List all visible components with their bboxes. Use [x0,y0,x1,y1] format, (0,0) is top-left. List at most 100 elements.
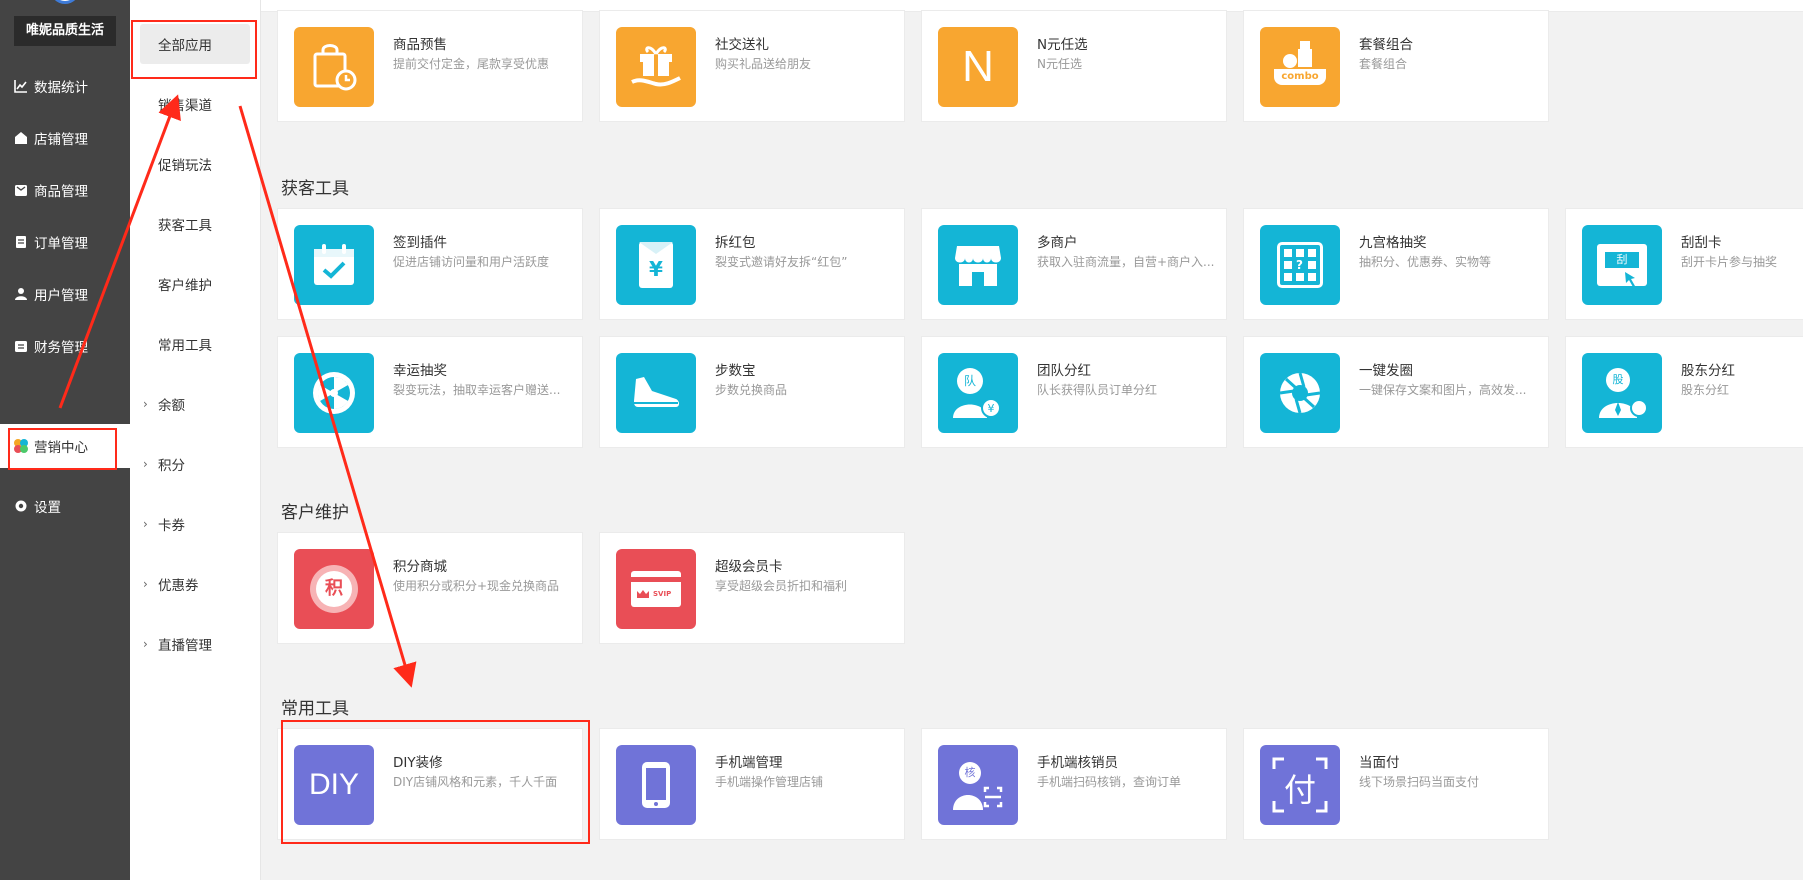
subnav-live[interactable]: › 直播管理 [140,624,250,664]
chevron-right-icon: › [143,637,148,651]
svg-text:¥: ¥ [988,402,995,415]
subnav-label: 积分 [158,458,185,474]
goods-icon [12,183,30,197]
icon-glyph: 付 [1283,771,1316,809]
wheel-icon [294,353,374,433]
app-desc: 裂变玩法，抽取幸运客户赠送... [393,383,561,397]
subnav-cards[interactable]: › 卡券 [140,504,250,544]
subnav-all-apps[interactable]: 全部应用 [140,24,250,64]
icon-glyph: N [962,42,994,91]
chevron-right-icon: › [143,457,148,471]
nav-label: 财务管理 [34,340,88,356]
app-desc: 裂变式邀请好友拆“红包” [715,255,848,269]
nav-item-users[interactable]: 用户管理 [0,272,130,316]
scratch-card-icon: 刮 [1582,225,1662,305]
app-card-one-click-post[interactable]: 一键发圈 一键保存文案和图片，高效发... [1243,336,1549,448]
nav-item-marketing[interactable]: 营销中心 [0,424,130,468]
diy-icon: DIY [294,745,374,825]
app-desc: 抽积分、优惠券、实物等 [1359,255,1492,269]
nav-item-finance[interactable]: 财务管理 [0,324,130,368]
app-desc: 购买礼品送给朋友 [715,57,812,71]
subnav-retention[interactable]: 客户维护 [140,264,250,304]
section-title-acquisition: 获客工具 [281,179,349,199]
app-card-svip[interactable]: SVIP 超级会员卡 享受超级会员折扣和福利 [599,532,905,644]
user-icon [12,287,30,301]
gift-icon [616,27,696,107]
nav-item-settings[interactable]: 设置 [0,484,130,528]
phone-icon [616,745,696,825]
app-desc: 一键保存文案和图片，高效发... [1359,383,1527,397]
nav-item-orders[interactable]: 订单管理 [0,220,130,264]
subnav-promotion[interactable]: 促销玩法 [140,144,250,184]
icon-glyph: 股 [1606,368,1630,392]
subnav-sales-channel[interactable]: 销售渠道 [140,84,250,124]
app-desc: 套餐组合 [1359,57,1408,71]
app-card-presale[interactable]: 商品预售 提前交付定金，尾款享受优惠 [277,10,583,122]
icon-glyph: ? [1296,258,1303,272]
app-name: 团队分红 [1037,363,1091,379]
icon-glyph: SVIP [653,590,672,598]
subnav-balance[interactable]: › 余额 [140,384,250,424]
red-envelope-icon: ¥ [616,225,696,305]
subnav-label: 获客工具 [158,218,212,234]
app-desc: 队长获得队员订单分红 [1037,383,1158,397]
app-desc: 促进店铺访问量和用户活跃度 [393,255,550,269]
app-card-combo[interactable]: combo 套餐组合 套餐组合 [1243,10,1549,122]
aperture-icon [1260,353,1340,433]
app-desc: 手机端操作管理店铺 [715,775,824,789]
app-name: 超级会员卡 [715,559,783,575]
subnav-points[interactable]: › 积分 [140,444,250,484]
app-name: 商品预售 [393,37,447,53]
subnav-label: 直播管理 [158,638,212,654]
app-card-diy[interactable]: DIY DIY装修 DIY店铺风格和元素，千人千面 [277,728,583,840]
points-mall-icon: 积 [294,549,374,629]
app-card-shareholder[interactable]: 股 股东分红 股东分红 [1565,336,1803,448]
nav-item-store[interactable]: 店铺管理 [0,116,130,160]
app-card-social-gift[interactable]: 社交送礼 购买礼品送给朋友 [599,10,905,122]
subnav-label: 促销玩法 [158,158,212,174]
app-name: 手机端核销员 [1037,755,1118,771]
app-name: N元任选 [1037,37,1088,53]
app-desc: 步数兑换商品 [715,383,788,397]
nav-item-goods[interactable]: 商品管理 [0,168,130,212]
app-desc: 获取入驻商流量，自营+商户入... [1037,255,1215,269]
app-card-red-envelope[interactable]: ¥ 拆红包 裂变式邀请好友拆“红包” [599,208,905,320]
app-name: 多商户 [1037,235,1078,251]
app-name: 积分商城 [393,559,447,575]
app-name: 套餐组合 [1359,37,1413,53]
subnav-label: 余额 [158,398,185,414]
app-name: 拆红包 [715,235,756,251]
main-sidebar: 唯妮品质生活 数据统计 店铺管理 商品管理 订单管理 用户管理 财务管理 营销中… [0,0,130,880]
app-card-lucky-draw[interactable]: 幸运抽奖 裂变玩法，抽取幸运客户赠送... [277,336,583,448]
app-card-multi-merchant[interactable]: 多商户 获取入驻商流量，自营+商户入... [921,208,1227,320]
app-desc: 使用积分或积分+现金兑换商品 [393,579,560,593]
nav-label: 订单管理 [34,236,88,252]
app-card-mobile-manage[interactable]: 手机端管理 手机端操作管理店铺 [599,728,905,840]
app-card-step-treasure[interactable]: 步数宝 步数兑换商品 [599,336,905,448]
app-name: DIY装修 [393,755,443,771]
nav-item-data-stats[interactable]: 数据统计 [0,64,130,108]
app-card-mobile-verifier[interactable]: 核 手机端核销员 手机端扫码核销，查询订单 [921,728,1227,840]
app-card-scratch[interactable]: 刮 刮刮卡 刮开卡片参与抽奖 [1565,208,1803,320]
app-card-pay-in-person[interactable]: 付 当面付 线下场景扫码当面支付 [1243,728,1549,840]
icon-glyph: 刮 [1605,252,1639,268]
combo-icon: combo [1260,27,1340,107]
grid-lottery-icon: ? [1260,225,1340,305]
app-card-checkin[interactable]: 签到插件 促进店铺访问量和用户活跃度 [277,208,583,320]
app-desc: 手机端扫码核销，查询订单 [1037,775,1182,789]
settings-icon [12,499,30,513]
subnav-tools[interactable]: 常用工具 [140,324,250,364]
app-name: 步数宝 [715,363,756,379]
subnav-coupons[interactable]: › 优惠券 [140,564,250,604]
app-card-team-dividend[interactable]: 队 ¥ 团队分红 队长获得队员订单分红 [921,336,1227,448]
icon-glyph: 积 [316,571,352,607]
subnav-acquisition[interactable]: 获客工具 [140,204,250,244]
app-card-grid-lottery[interactable]: ? 九宫格抽奖 抽积分、优惠券、实物等 [1243,208,1549,320]
app-card-points-mall[interactable]: 积 积分商城 使用积分或积分+现金兑换商品 [277,532,583,644]
section-title-retention: 客户维护 [281,503,349,523]
app-card-n-yuan[interactable]: N N元任选 N元任选 [921,10,1227,122]
icon-glyph: combo [1274,69,1326,85]
app-name: 刮刮卡 [1681,235,1722,251]
sneaker-icon [616,353,696,433]
app-desc: 享受超级会员折扣和福利 [715,579,848,593]
